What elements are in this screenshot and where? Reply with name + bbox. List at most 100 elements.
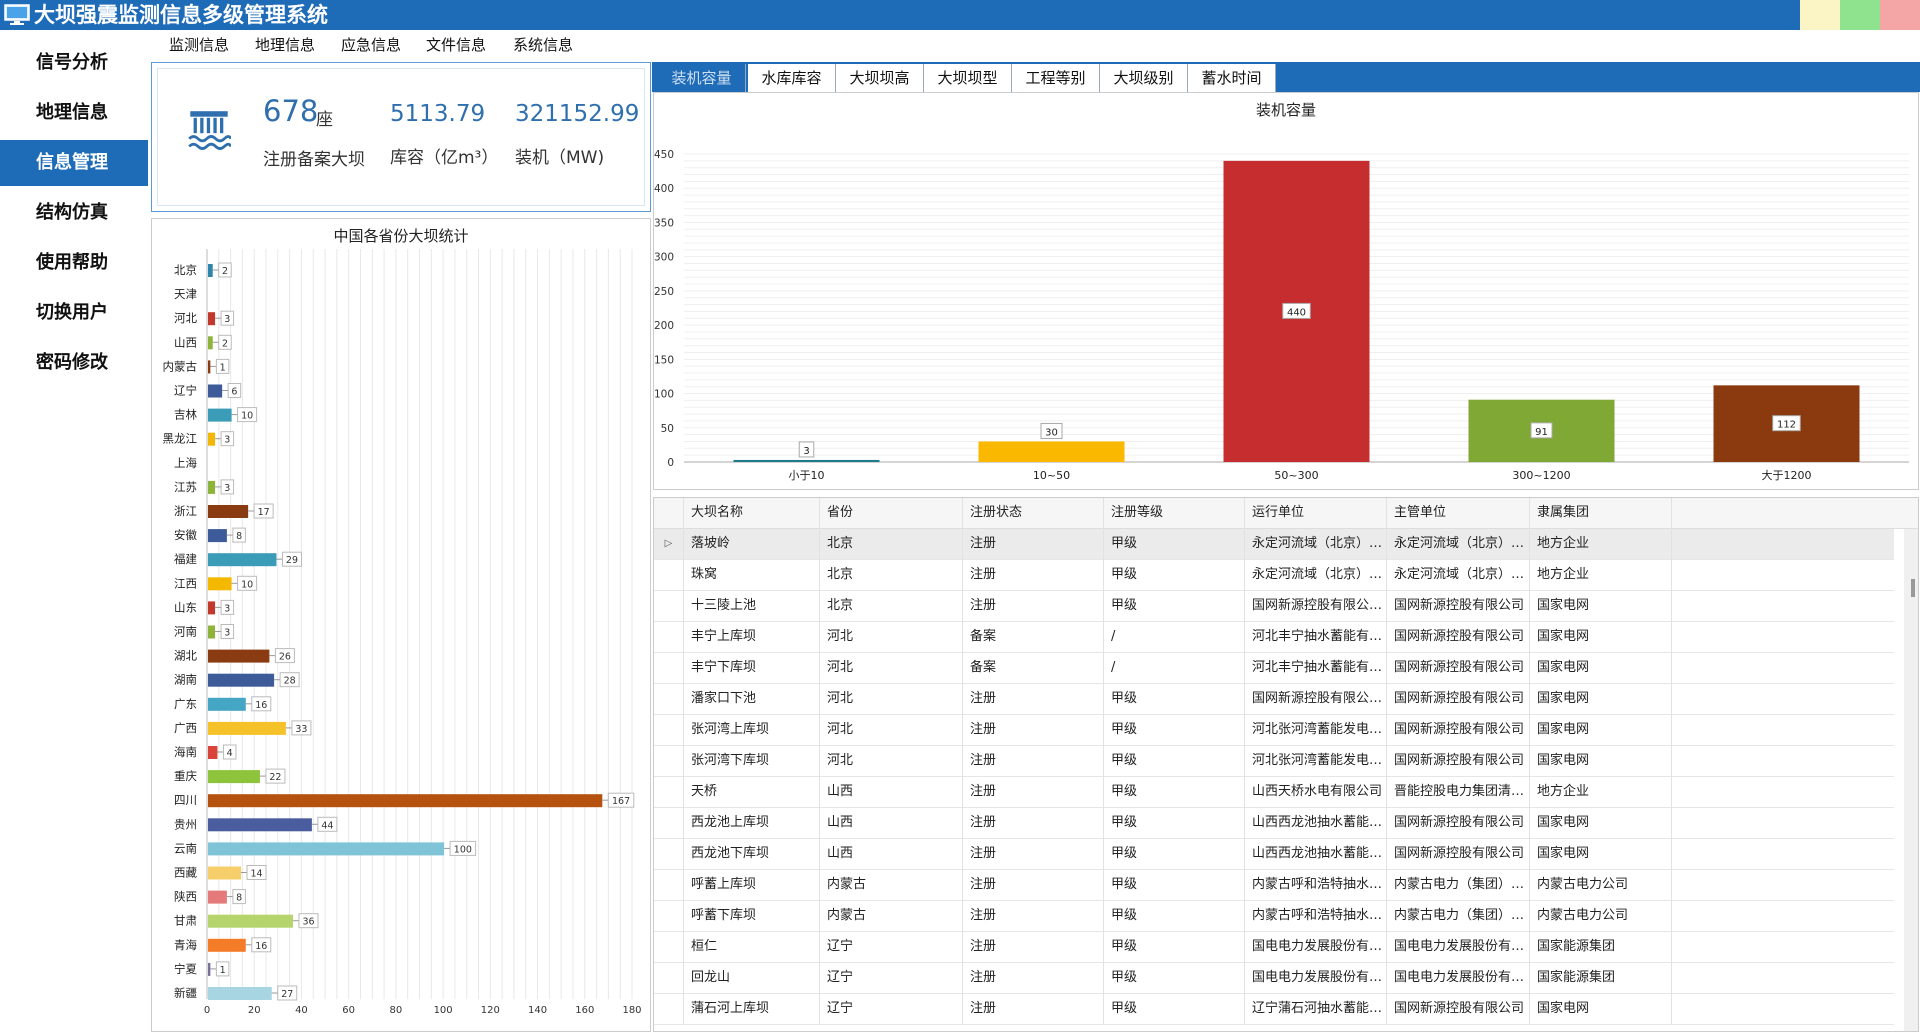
table-cell[interactable]: 山西 [820, 777, 963, 808]
row-header[interactable] [654, 777, 684, 808]
table-cell[interactable]: 珠窝 [684, 560, 820, 591]
table-cell[interactable]: 注册 [963, 777, 1104, 808]
table-cell[interactable]: 地方企业 [1530, 560, 1672, 591]
menu-geo-info[interactable]: 地理信息 [255, 34, 315, 56]
table-cell[interactable]: 内蒙古电力公司 [1530, 870, 1672, 901]
table-row[interactable]: 珠窝北京注册甲级永定河流域（北京）企业...永定河流域（北京）企业...地方企业 [654, 560, 1894, 591]
table-cell[interactable]: 山西天桥水电有限公司 [1245, 777, 1387, 808]
table-cell[interactable]: 晋能控股电力集团清洁能... [1387, 777, 1530, 808]
tab-dam-level[interactable]: 大坝级别 [1100, 64, 1188, 92]
table-row[interactable]: 天桥山西注册甲级山西天桥水电有限公司晋能控股电力集团清洁能...地方企业 [654, 777, 1894, 808]
table-row[interactable]: ▷落坡岭北京注册甲级永定河流域（北京）企业...永定河流域（北京）企业...地方… [654, 529, 1894, 560]
table-cell[interactable]: 国家电网 [1530, 622, 1672, 653]
table-cell[interactable]: 甲级 [1104, 963, 1245, 994]
column-header[interactable]: 省份 [820, 498, 963, 529]
table-cell[interactable]: 甲级 [1104, 994, 1245, 1025]
table-cell[interactable]: 河北丰宁抽水蓄能有限公司 [1245, 653, 1387, 684]
table-cell[interactable]: 注册 [963, 994, 1104, 1025]
row-header[interactable] [654, 715, 684, 746]
table-cell[interactable]: 注册 [963, 808, 1104, 839]
table-cell[interactable]: 内蒙古 [820, 901, 963, 932]
column-header[interactable]: 主管单位 [1387, 498, 1530, 529]
table-cell[interactable]: / [1104, 653, 1245, 684]
table-cell[interactable]: 内蒙古 [820, 870, 963, 901]
table-cell[interactable]: 内蒙古呼和浩特抽水蓄能... [1245, 870, 1387, 901]
table-cell[interactable]: 河北 [820, 684, 963, 715]
table-cell[interactable]: 注册 [963, 560, 1104, 591]
table-cell[interactable]: 甲级 [1104, 839, 1245, 870]
table-cell[interactable]: 蒲石河上库坝 [684, 994, 820, 1025]
table-cell[interactable]: 丰宁下库坝 [684, 653, 820, 684]
table-cell[interactable]: 回龙山 [684, 963, 820, 994]
table-cell[interactable]: 西龙池上库坝 [684, 808, 820, 839]
table-cell[interactable]: 辽宁 [820, 963, 963, 994]
table-cell[interactable]: 注册 [963, 932, 1104, 963]
tab-project-grade[interactable]: 工程等别 [1012, 64, 1100, 92]
table-cell[interactable]: 永定河流域（北京）企业... [1387, 529, 1530, 560]
table-cell[interactable]: 注册 [963, 529, 1104, 560]
table-cell[interactable]: 北京 [820, 529, 963, 560]
table-cell[interactable]: 国网新源控股有限公司 [1387, 839, 1530, 870]
table-cell[interactable]: 丰宁上库坝 [684, 622, 820, 653]
table-row[interactable]: 潘家口下池河北注册甲级国网新源控股有限公司潘...国网新源控股有限公司国家电网 [654, 684, 1894, 715]
table-cell[interactable]: 国电电力发展股份有限公... [1245, 963, 1387, 994]
table-cell[interactable]: 甲级 [1104, 746, 1245, 777]
table-cell[interactable]: 国家电网 [1530, 839, 1672, 870]
table-row[interactable]: 蒲石河上库坝辽宁注册甲级辽宁蒲石河抽水蓄能有限...国网新源控股有限公司国家电网 [654, 994, 1894, 1025]
table-row[interactable]: 西龙池上库坝山西注册甲级山西西龙池抽水蓄能电站...国网新源控股有限公司国家电网 [654, 808, 1894, 839]
sidebar-item-switch-user[interactable]: 切换用户 [0, 290, 148, 336]
table-cell[interactable]: 注册 [963, 963, 1104, 994]
table-cell[interactable]: 甲级 [1104, 560, 1245, 591]
column-header[interactable]: 注册状态 [963, 498, 1104, 529]
table-row[interactable]: 张河湾上库坝河北注册甲级河北张河湾蓄能发电有限...国网新源控股有限公司国家电网 [654, 715, 1894, 746]
table-cell[interactable]: 落坡岭 [684, 529, 820, 560]
table-row[interactable]: 呼蓄下库坝内蒙古注册甲级内蒙古呼和浩特抽水蓄能...内蒙古电力（集团）有限...… [654, 901, 1894, 932]
table-cell[interactable]: 甲级 [1104, 591, 1245, 622]
table-cell[interactable]: / [1104, 622, 1245, 653]
table-cell[interactable]: 国网新源控股有限公司 [1387, 808, 1530, 839]
table-cell[interactable]: 甲级 [1104, 932, 1245, 963]
row-header[interactable] [654, 901, 684, 932]
scrollbar-thumb[interactable] [1911, 579, 1915, 597]
table-cell[interactable]: 十三陵上池 [684, 591, 820, 622]
close-button[interactable] [1880, 0, 1920, 30]
table-row[interactable]: 十三陵上池北京注册甲级国网新源控股有限公司北...国网新源控股有限公司国家电网 [654, 591, 1894, 622]
menu-emergency-info[interactable]: 应急信息 [341, 34, 401, 56]
table-cell[interactable]: 河北张河湾蓄能发电有限... [1245, 746, 1387, 777]
tab-dam-type[interactable]: 大坝坝型 [924, 64, 1012, 92]
row-header[interactable] [654, 591, 684, 622]
table-cell[interactable]: 北京 [820, 560, 963, 591]
table-cell[interactable]: 注册 [963, 591, 1104, 622]
table-cell[interactable]: 注册 [963, 715, 1104, 746]
menu-monitoring-info[interactable]: 监测信息 [169, 34, 229, 56]
table-cell[interactable]: 河北 [820, 715, 963, 746]
maximize-button[interactable] [1840, 0, 1880, 30]
table-cell[interactable]: 国家电网 [1530, 715, 1672, 746]
sidebar-item-signal-analysis[interactable]: 信号分析 [0, 40, 148, 86]
tab-impoundment-time[interactable]: 蓄水时间 [1188, 64, 1276, 92]
minimize-button[interactable] [1800, 0, 1840, 30]
table-cell[interactable]: 国家电网 [1530, 808, 1672, 839]
table-cell[interactable]: 国电电力发展股份有限公司 [1387, 963, 1530, 994]
table-cell[interactable]: 国家能源集团 [1530, 932, 1672, 963]
row-header[interactable] [654, 932, 684, 963]
table-row[interactable]: 丰宁上库坝河北备案/河北丰宁抽水蓄能有限公司国网新源控股有限公司国家电网 [654, 622, 1894, 653]
table-cell[interactable]: 甲级 [1104, 529, 1245, 560]
table-cell[interactable]: 国网新源控股有限公司 [1387, 684, 1530, 715]
table-cell[interactable]: 河北 [820, 653, 963, 684]
table-cell[interactable]: 国电电力发展股份有限公... [1245, 932, 1387, 963]
table-cell[interactable]: 山西 [820, 839, 963, 870]
row-header[interactable] [654, 994, 684, 1025]
table-cell[interactable]: 内蒙古呼和浩特抽水蓄能... [1245, 901, 1387, 932]
column-header[interactable]: 注册等级 [1104, 498, 1245, 529]
table-row[interactable]: 张河湾下库坝河北注册甲级河北张河湾蓄能发电有限...国网新源控股有限公司国家电网 [654, 746, 1894, 777]
sidebar-item-info-management[interactable]: 信息管理 [0, 140, 148, 186]
table-cell[interactable]: 国家电网 [1530, 653, 1672, 684]
table-cell[interactable]: 甲级 [1104, 777, 1245, 808]
tab-reservoir-storage[interactable]: 水库库容 [748, 64, 836, 92]
table-cell[interactable]: 河北 [820, 622, 963, 653]
table-cell[interactable]: 地方企业 [1530, 529, 1672, 560]
table-cell[interactable]: 国网新源控股有限公司 [1387, 746, 1530, 777]
column-header[interactable]: 运行单位 [1245, 498, 1387, 529]
row-header[interactable]: ▷ [654, 529, 684, 560]
